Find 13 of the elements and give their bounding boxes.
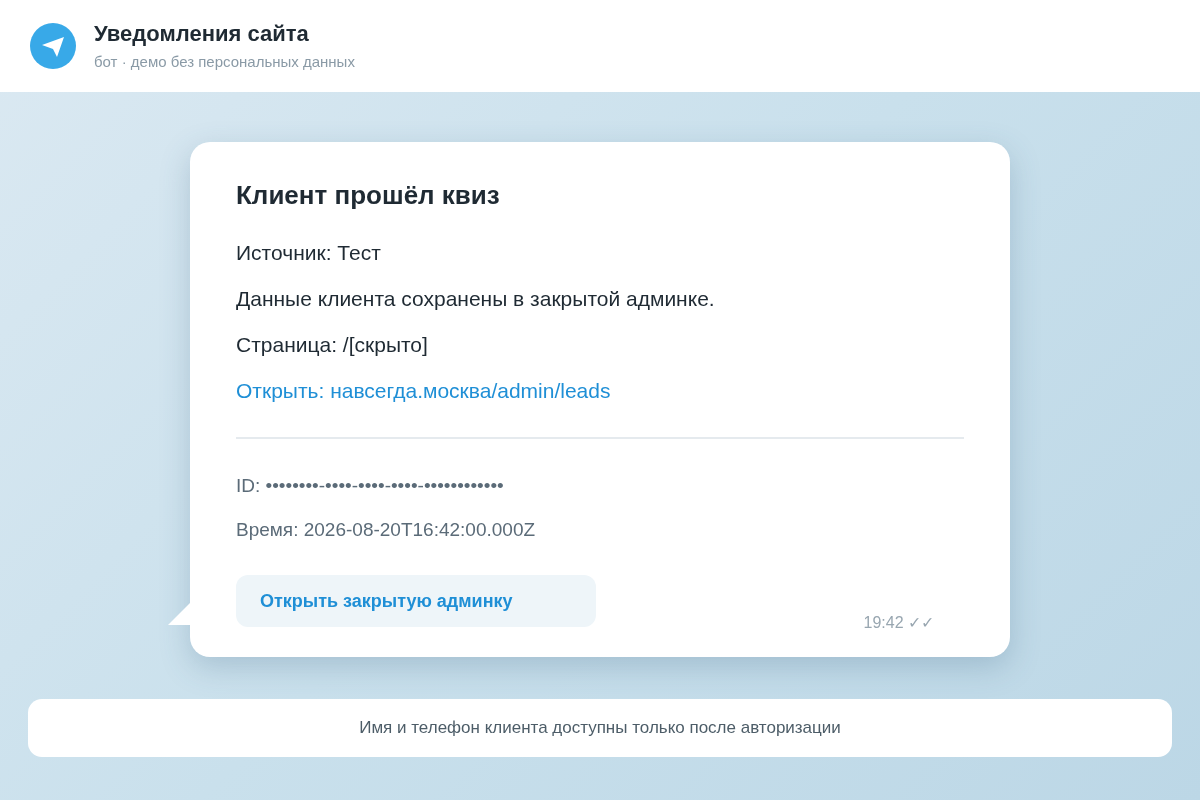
meta-line: Время: 2026-08-20T16:42:00.000Z — [236, 519, 537, 541]
notice-bar: Имя и телефон клиента доступны только после авторизации — [28, 699, 1172, 757]
chat-subtitle: бот · демо без персональных данных — [94, 53, 355, 73]
message-line: Страница: /[скрыто] — [236, 333, 429, 357]
message-time: 19:42 ✓✓ — [863, 613, 934, 633]
message-title: Клиент прошёл квиз — [236, 179, 501, 212]
admin-link[interactable]: Открыть: навсегда.москва/admin/leads — [236, 379, 611, 403]
open-admin-button[interactable]: Открыть закрытую админку — [236, 575, 596, 627]
message-line: Источник: Тест — [236, 241, 382, 265]
paper-plane-icon — [30, 23, 76, 69]
message-line: Данные клиента сохранены в закрытой админке. — [236, 287, 716, 311]
meta-line: ID: ••••••••-••••-••••-••••-•••••••••••• — [236, 475, 505, 497]
chat-title: Уведомления сайта — [94, 19, 310, 48]
